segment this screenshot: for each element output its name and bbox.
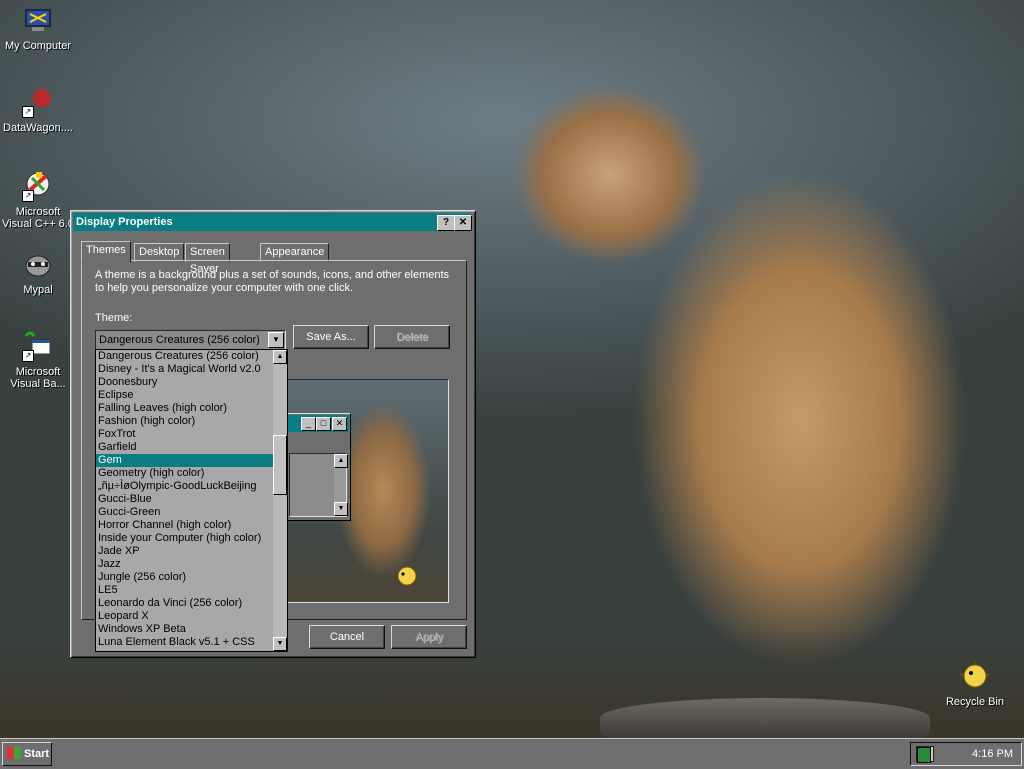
theme-option[interactable]: FoxTrot — [96, 428, 287, 441]
scroll-down-icon: ▼ — [334, 502, 348, 516]
desktop-icon-datawagon[interactable]: ↗ DataWagon.... — [0, 86, 76, 134]
cancel-button[interactable]: Cancel — [309, 625, 385, 649]
theme-select[interactable]: Dangerous Creatures (256 color) ▼ — [95, 330, 286, 350]
apply-button[interactable]: Apply — [391, 625, 467, 649]
taskbar: Start 4:16 PM — [0, 738, 1024, 769]
shortcut-arrow-icon: ↗ — [22, 350, 34, 362]
preview-window: _ □ ✕ ▲ ▼ — [285, 413, 351, 521]
theme-option[interactable]: Disney - It's a Magical World v2.0 — [96, 363, 287, 376]
desktop-icon-my-computer[interactable]: My Computer — [0, 4, 76, 52]
pufferfish-icon — [397, 566, 417, 586]
theme-option[interactable]: Fashion (high color) — [96, 415, 287, 428]
start-button[interactable]: Start — [2, 742, 52, 766]
close-icon: ✕ — [332, 417, 347, 431]
theme-select-value: Dangerous Creatures (256 color) — [99, 334, 260, 346]
theme-option[interactable]: Garfield — [96, 441, 287, 454]
theme-option[interactable]: Gucci-Green — [96, 506, 287, 519]
pufferfish-recycle-icon — [959, 660, 991, 692]
theme-option[interactable]: Inside your Computer (high color) — [96, 532, 287, 545]
maximize-icon: □ — [316, 417, 331, 431]
close-button[interactable]: ✕ — [454, 215, 472, 231]
chevron-down-icon[interactable]: ▼ — [268, 332, 284, 348]
theme-option[interactable]: Leonardo da Vinci (256 color) — [96, 597, 287, 610]
raccoon-icon — [22, 248, 54, 280]
theme-option[interactable]: Windows XP Beta — [96, 623, 287, 636]
visual-cpp-icon: ↗ — [22, 170, 54, 202]
scroll-up-icon: ▲ — [334, 454, 348, 468]
scroll-down-icon[interactable]: ▼ — [273, 637, 287, 651]
theme-option[interactable]: Eclipse — [96, 389, 287, 402]
clock[interactable]: 4:16 PM — [972, 743, 1013, 765]
theme-option[interactable]: Leopard X — [96, 610, 287, 623]
theme-option[interactable]: Geometry (high color) — [96, 467, 287, 480]
display-properties-window[interactable]: Display Properties ? ✕ Themes Desktop Sc… — [70, 210, 476, 658]
theme-option[interactable]: „ñµ÷ÌøOlympic-GoodLuckBeijing — [96, 480, 287, 493]
save-as-button[interactable]: Save As... — [293, 325, 369, 349]
tab-themes[interactable]: Themes — [81, 241, 131, 263]
desktop-icon-visual-cpp[interactable]: ↗ Microsoft Visual C++ 6.0 — [0, 170, 76, 230]
dropdown-scrollbar[interactable]: ▲ ▼ — [273, 350, 287, 651]
scroll-up-icon[interactable]: ▲ — [273, 350, 287, 364]
visual-basic-icon: ↗ — [22, 330, 54, 362]
scroll-thumb[interactable] — [273, 435, 287, 495]
theme-option[interactable]: Dangerous Creatures (256 color) — [96, 350, 287, 363]
system-tray: 4:16 PM — [910, 742, 1022, 766]
desktop-icon-mypal[interactable]: Mypal — [0, 248, 76, 296]
theme-option[interactable]: Luna Element Black v5.1 + CSS — [96, 636, 287, 649]
preview-title-bar: _ □ ✕ — [287, 415, 349, 432]
title-bar[interactable]: Display Properties ? ✕ — [73, 213, 472, 231]
theme-option[interactable]: Doonesbury — [96, 376, 287, 389]
shortcut-arrow-icon: ↗ — [22, 190, 34, 202]
theme-option[interactable]: Gem — [96, 454, 287, 467]
wallpaper-rock — [600, 698, 930, 738]
delete-button[interactable]: Delete — [374, 325, 450, 349]
datawagon-icon: ↗ — [22, 86, 54, 118]
minimize-icon: _ — [301, 417, 316, 431]
computer-icon — [22, 4, 54, 36]
window-title: Display Properties — [76, 216, 173, 228]
theme-option[interactable]: Gucci-Blue — [96, 493, 287, 506]
theme-option[interactable]: Falling Leaves (high color) — [96, 402, 287, 415]
network-icon[interactable] — [917, 747, 931, 763]
theme-dropdown-list[interactable]: Dangerous Creatures (256 color) Disney - … — [95, 349, 288, 652]
desktop-icon-visual-basic[interactable]: ↗ Microsoft Visual Ba... — [0, 330, 76, 390]
windows-logo-icon — [7, 747, 21, 759]
shortcut-arrow-icon: ↗ — [22, 106, 34, 118]
theme-label: Theme: — [95, 312, 133, 324]
theme-option[interactable]: Jazz — [96, 558, 287, 571]
theme-option[interactable]: LE5 — [96, 584, 287, 597]
themes-description: A theme is a background plus a set of so… — [95, 269, 450, 294]
theme-option[interactable]: Jade XP — [96, 545, 287, 558]
preview-scrollbar: ▲ ▼ — [334, 454, 348, 516]
theme-option[interactable]: Horror Channel (high color) — [96, 519, 287, 532]
desktop-icon-recycle-bin[interactable]: Recycle Bin — [937, 660, 1013, 708]
help-button[interactable]: ? — [437, 215, 455, 231]
preview-client-area: ▲ ▼ — [289, 453, 348, 517]
theme-option[interactable]: Jungle (256 color) — [96, 571, 287, 584]
